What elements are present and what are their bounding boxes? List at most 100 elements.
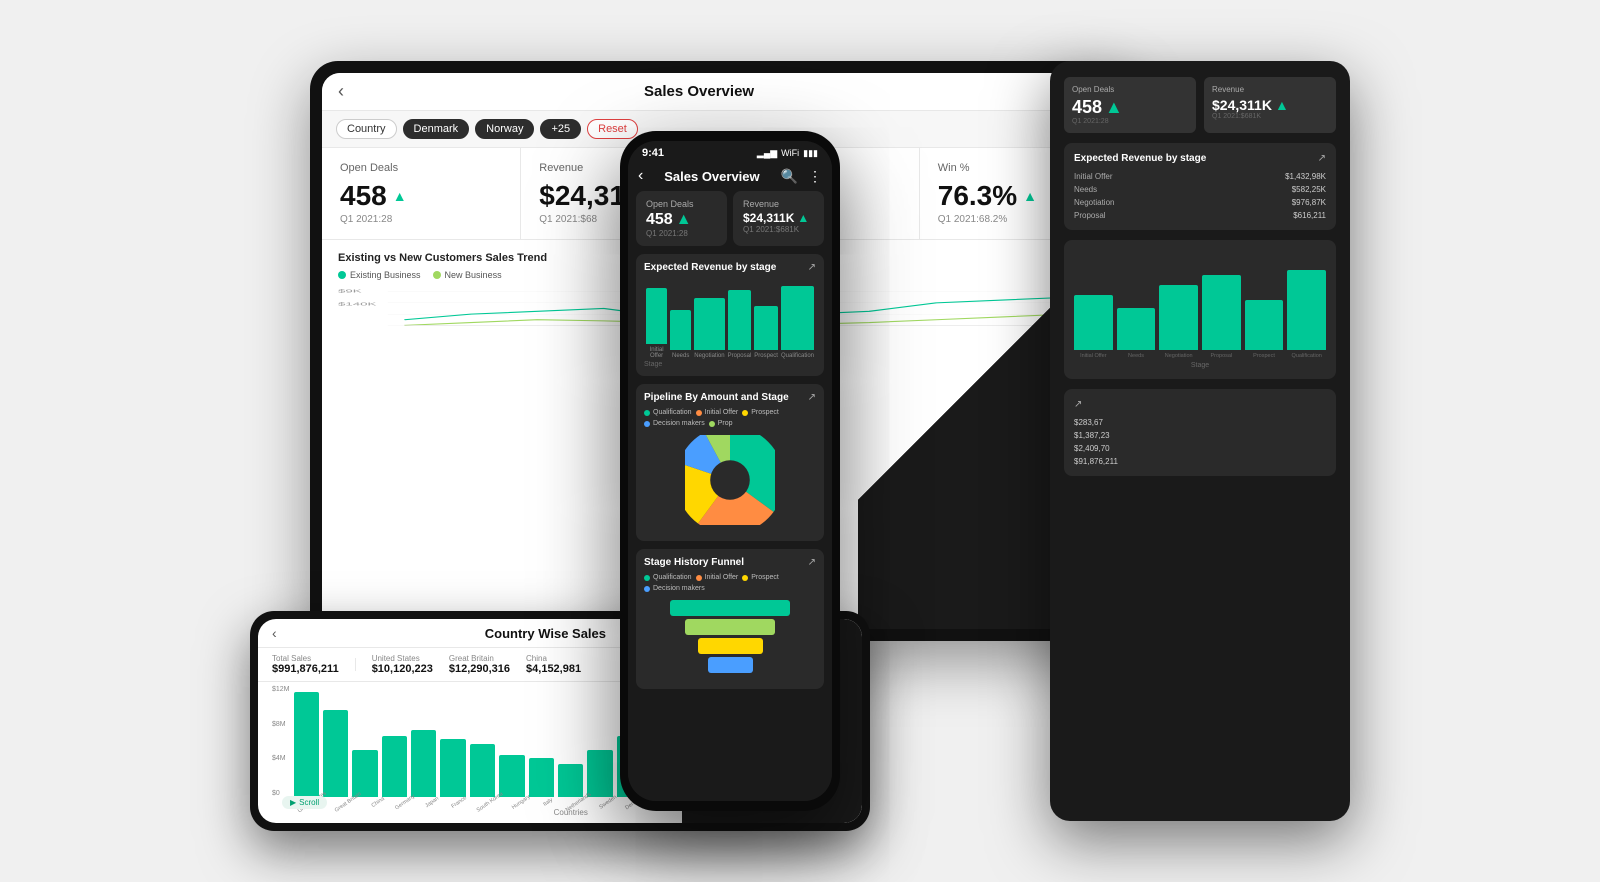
rp-val-2: $1,387,23	[1074, 431, 1326, 440]
funnel-leg-prosp-label: Prospect	[751, 574, 779, 581]
rp-deals-sub: Q1 2021:28	[1072, 118, 1188, 125]
funnel-layer-4	[708, 657, 753, 673]
phone-funnel-expand[interactable]: ↗	[808, 557, 816, 568]
rp-deals-arrow: ▲	[1105, 97, 1123, 118]
legend-existing: Existing Business	[338, 270, 421, 280]
rp-val-3: $2,409,70	[1074, 444, 1326, 453]
arrow-up-icon: ▲	[393, 188, 407, 204]
rp-bar-2	[1117, 308, 1156, 350]
ls-bar-japan	[411, 730, 436, 797]
rp-metric-revenue: Revenue $24,311K ▲ Q1 2021:$681K	[1204, 77, 1336, 133]
ls-bar-italy	[529, 758, 554, 797]
tablet-title: Sales Overview	[344, 83, 1054, 100]
bar-group-needs: Needs	[670, 310, 691, 359]
rp-x-2: Needs	[1117, 353, 1156, 359]
bar-group-prop: Proposal	[728, 290, 752, 359]
scroll-button[interactable]: ▶ Scroll	[282, 796, 327, 809]
legend-qualification: Qualification	[644, 409, 692, 416]
legend-qual-dot	[644, 410, 650, 416]
open-deals-sub: Q1 2021:28	[340, 214, 502, 225]
phone-chart-axis-label: Stage	[644, 361, 816, 368]
legend-initial-offer: Initial Offer	[696, 409, 739, 416]
bar-label-initial: InitialOffer	[650, 347, 664, 359]
phone-pipeline-expand[interactable]: ↗	[808, 392, 816, 403]
bar-prospect	[754, 306, 778, 350]
scene: ‹ Sales Overview 🔍 ⋮ Country Denmark Nor…	[250, 31, 1350, 851]
rp-val-1: $283,67	[1074, 418, 1326, 427]
phone-more-icon[interactable]: ⋮	[808, 168, 822, 185]
legend-decision: Decision makers	[644, 420, 705, 427]
funnel-leg-dec-dot	[644, 586, 650, 592]
phone-status-bar: 9:41 ▂▄▆ WiFi ▮▮▮	[628, 141, 832, 161]
rp-bar-1	[1074, 295, 1113, 350]
phone-expected-expand[interactable]: ↗	[808, 262, 816, 273]
phone-center-device: 9:41 ▂▄▆ WiFi ▮▮▮ ‹ Sales Overview 🔍 ⋮	[620, 131, 840, 811]
phone-expected-section: Expected Revenue by stage ↗ InitialOffer…	[636, 254, 824, 376]
y-label-4m: $4M	[272, 755, 290, 762]
ls-bar-nl	[558, 764, 583, 797]
rp-row3-label: Negotiation	[1074, 198, 1114, 207]
funnel-layer-1	[670, 600, 790, 616]
funnel-leg-dec-label: Decision makers	[653, 585, 705, 592]
phone-center-screen: 9:41 ▂▄▆ WiFi ▮▮▮ ‹ Sales Overview 🔍 ⋮	[628, 141, 832, 801]
rp-x-axis: Initial Offer Needs Negotiation Proposal…	[1074, 353, 1326, 359]
ls-china-label: China	[526, 654, 581, 663]
legend-prop-label: Prop	[718, 420, 733, 427]
metric-open-deals: Open Deals 458 ▲ Q1 2021:28	[322, 148, 521, 239]
rp-rev-sub: Q1 2021:$681K	[1212, 113, 1328, 120]
rp-list-expand[interactable]: ↗	[1074, 399, 1082, 410]
filter-country[interactable]: Country	[336, 119, 397, 139]
legend-decision-label: Decision makers	[653, 420, 705, 427]
rp-expected-expand[interactable]: ↗	[1318, 153, 1326, 164]
funnel-layer-2	[685, 619, 775, 635]
pm-rev-arrow: ▲	[797, 211, 809, 225]
ls-bar-gb	[323, 710, 348, 797]
ls-metric-total: Total Sales $991,876,211	[272, 654, 339, 675]
filter-denmark[interactable]: Denmark	[403, 119, 470, 139]
open-deals-label: Open Deals	[340, 162, 502, 174]
tablet-header: ‹ Sales Overview 🔍 ⋮	[322, 73, 1118, 111]
filter-norway[interactable]: Norway	[475, 119, 534, 139]
signal-icon: ▂▄▆	[757, 148, 777, 159]
pm-deals-label: Open Deals	[646, 199, 717, 209]
rp-bar-5	[1245, 300, 1284, 350]
phone-search-icon[interactable]: 🔍	[781, 168, 798, 185]
rp-row1-label: Initial Offer	[1074, 172, 1113, 181]
bar-initial	[646, 288, 667, 344]
bar-qual	[781, 286, 814, 350]
phone-expected-chart: InitialOffer Needs Negotiation Prop	[644, 279, 816, 359]
ls-bar-hungary	[499, 755, 524, 797]
y-label-8m: $8M	[272, 721, 290, 728]
rp-row3-value: $976,87K	[1292, 198, 1326, 207]
rp-bar-4	[1202, 275, 1241, 350]
rp-metric-deals: Open Deals 458 ▲ Q1 2021:28	[1064, 77, 1196, 133]
rp-bar-chart	[1074, 250, 1326, 350]
funnel-leg-init-label: Initial Offer	[705, 574, 739, 581]
filter-more[interactable]: +25	[540, 119, 581, 139]
rp-row4-label: Proposal	[1074, 211, 1106, 220]
pm-rev-sub: Q1 2021:$681K	[743, 225, 814, 234]
phone-back-icon[interactable]: ‹	[638, 167, 643, 185]
legend-existing-label: Existing Business	[350, 270, 421, 280]
bar-group-neg: Negotiation	[694, 298, 724, 359]
phone-pipeline-title: Pipeline By Amount and Stage	[644, 392, 789, 403]
y-label-12m: $12M	[272, 686, 290, 693]
pm-rev-value: $24,311K ▲	[743, 211, 814, 225]
legend-prospect-label: Prospect	[751, 409, 779, 416]
svg-text:$140K: $140K	[338, 302, 377, 307]
phone-funnel-header: Stage History Funnel ↗	[644, 557, 816, 568]
filter-reset[interactable]: Reset	[587, 119, 638, 139]
bar-group-qual: Qualification	[781, 286, 814, 359]
funnel-legend-initial: Initial Offer	[696, 574, 739, 581]
rp-row2-label: Needs	[1074, 185, 1097, 194]
rp-list-row-2: Needs $582,25K	[1074, 185, 1326, 194]
phone-time: 9:41	[642, 147, 664, 159]
pm-deals-sub: Q1 2021:28	[646, 229, 717, 238]
rp-rev-label: Revenue	[1212, 85, 1328, 94]
rp-deals-value: 458 ▲	[1072, 97, 1188, 118]
svg-text:$9K: $9K	[338, 289, 362, 294]
ls-gb-value: $12,290,316	[449, 663, 510, 675]
axis-label-left: Stage	[644, 361, 662, 368]
phone-center-content[interactable]: Open Deals 458 ▲ Q1 2021:28 Revenue $24,…	[628, 191, 832, 801]
bar-label-prospect: Prospect	[754, 353, 778, 359]
